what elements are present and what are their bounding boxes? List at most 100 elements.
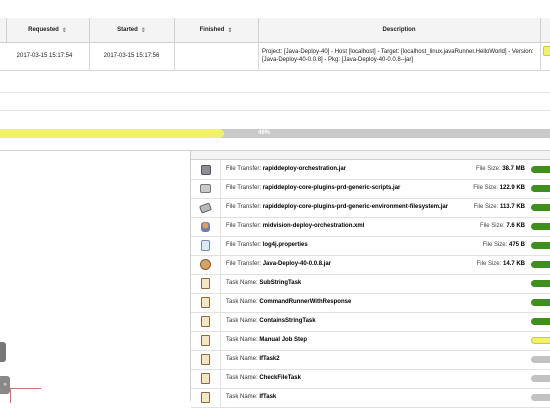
task-name: log4j.properties (262, 242, 308, 248)
task-label: Task Name: ContainsStringTask (226, 312, 316, 331)
task-row[interactable]: Task Name: IfTask2 (191, 350, 550, 370)
task-label: Task Name: Manual Job Step (226, 331, 307, 350)
table-row[interactable]: 2017-03-15 15:17:54 2017-03-15 15:17:56 … (0, 42, 550, 71)
task-label: Task Name: CheckFileTask (226, 369, 301, 388)
started-value: 2017-03-15 15:17:56 (103, 53, 160, 59)
task-name: midvision-deploy-orchestration.xml (262, 223, 365, 229)
file-size-label: File Size: (479, 223, 505, 229)
jar-icon (200, 259, 211, 270)
task-prefix: File Transfer: (226, 223, 262, 229)
task-status-bar (531, 337, 550, 344)
task-prefix: Task Name: (226, 394, 258, 400)
task-status-bar (531, 166, 550, 173)
clipboard-icon (201, 316, 210, 327)
header-started-label: Started (117, 27, 138, 33)
task-icon-cell (191, 350, 221, 369)
description-line-2: [Java-Deploy-40-0.0.8] - Pkg: [Java-Depl… (262, 57, 414, 63)
sort-icon[interactable]: ⇕ (141, 27, 146, 34)
file-size-value: 122.9 KB (499, 185, 525, 191)
jobs-table-header: Requested ⇕ Started ⇕ Finished ⇕ Descrip… (0, 18, 550, 43)
panel-toggle-handle[interactable] (0, 342, 6, 362)
task-status-bar (531, 280, 550, 287)
task-icon-cell (191, 179, 221, 198)
task-prefix: Task Name: (226, 356, 258, 362)
header-started[interactable]: Started ⇕ (89, 18, 175, 42)
task-name: IfTask2 (259, 356, 280, 362)
task-row[interactable]: File Transfer: rapiddeploy-core-plugins-… (191, 179, 550, 199)
person-icon (201, 221, 210, 232)
task-row[interactable]: Task Name: CommandRunnerWithResponse (191, 293, 550, 313)
task-status-bar (531, 375, 550, 382)
task-row[interactable]: File Transfer: rapiddeploy-core-plugins-… (191, 198, 550, 218)
file-size-value: 475 B (508, 242, 525, 248)
header-description: Description (258, 18, 541, 42)
task-row[interactable]: File Transfer: rapiddeploy-orchestration… (191, 160, 550, 180)
task-name: Java-Deploy-40-0.0.8.jar (262, 261, 332, 267)
task-status-bar (531, 223, 550, 230)
file-size: File Size: 14.7 KB (477, 255, 525, 274)
task-prefix: Task Name: (226, 375, 258, 381)
header-requested[interactable]: Requested ⇕ (6, 18, 90, 42)
task-status-bar (531, 356, 550, 363)
task-status-bar (531, 204, 550, 211)
task-prefix: Task Name: (226, 337, 258, 343)
clipboard-icon (201, 373, 210, 384)
task-icon-cell (191, 198, 221, 217)
task-row[interactable]: Task Name: ContainsStringTask (191, 312, 550, 332)
task-label: File Transfer: midvision-deploy-orchestr… (226, 217, 364, 236)
task-name: rapiddeploy-orchestration.jar (262, 166, 347, 172)
task-prefix: File Transfer: (226, 166, 262, 172)
task-row[interactable]: Task Name: Manual Job Step (191, 331, 550, 351)
task-row[interactable]: File Transfer: log4j.properties File Size… (191, 236, 550, 256)
file-size: File Size: 113.7 KB (474, 198, 525, 217)
clipboard-icon (201, 392, 210, 403)
task-prefix: File Transfer: (226, 261, 262, 267)
progress-percent: 46% (257, 130, 270, 136)
task-prefix: File Transfer: (226, 204, 262, 210)
task-icon-cell (191, 255, 221, 274)
task-label: File Transfer: rapiddeploy-core-plugins-… (226, 198, 448, 217)
clipboard-icon (201, 297, 210, 308)
task-row[interactable]: Task Name: CheckFileTask (191, 369, 550, 389)
task-status-bar (531, 185, 550, 192)
file-size-label: File Size: (475, 166, 501, 172)
requested-cell: 2017-03-15 15:17:54 (0, 42, 90, 70)
file-size: File Size: 7.6 KB (480, 217, 525, 236)
task-icon-cell (191, 217, 221, 236)
header-description-label: Description (382, 27, 416, 33)
started-cell: 2017-03-15 15:17:56 (89, 42, 175, 70)
task-name: Manual Job Step (259, 337, 308, 343)
file-size: File Size: 122.9 KB (473, 179, 525, 198)
task-status-bar (531, 299, 550, 306)
description-line-1: Project: [Java-Deploy-40] - Host [localh… (262, 49, 534, 55)
header-finished[interactable]: Finished ⇕ (174, 18, 259, 42)
file-size-label: File Size: (482, 242, 508, 248)
file-size: File Size: 38.7 MB (476, 160, 525, 179)
task-list-header (191, 151, 550, 160)
task-name: rapiddeploy-core-plugins-prd-generic-env… (262, 204, 449, 210)
task-row[interactable]: File Transfer: Java-Deploy-40-0.0.8.jar F… (191, 255, 550, 275)
task-label: Task Name: SubStringTask (226, 274, 301, 293)
task-prefix: File Transfer: (226, 242, 262, 248)
task-icon-cell (191, 369, 221, 388)
task-name: CommandRunnerWithResponse (259, 299, 352, 305)
task-prefix: File Transfer: (226, 185, 262, 191)
task-icon-cell (191, 293, 221, 312)
requested-value: 2017-03-15 15:17:54 (16, 53, 73, 59)
file-size-label: File Size: (476, 261, 502, 267)
task-row[interactable]: File Transfer: midvision-deploy-orchestr… (191, 217, 550, 237)
task-status-bar (531, 261, 550, 268)
header-requested-label: Requested (28, 27, 59, 33)
task-row[interactable]: Task Name: IfTask (191, 388, 550, 408)
file-size-label: File Size: (473, 204, 499, 210)
expand-panel-button[interactable]: » (0, 376, 10, 394)
task-label: File Transfer: rapiddeploy-orchestration… (226, 160, 346, 179)
sort-icon[interactable]: ⇕ (227, 27, 232, 34)
task-icon-cell (191, 274, 221, 293)
task-row[interactable]: Task Name: SubStringTask (191, 274, 550, 294)
file-size-value: 113.7 KB (499, 204, 525, 210)
document-icon (201, 240, 210, 251)
file-size-value: 38.7 MB (502, 166, 525, 172)
status-indicator (543, 46, 550, 56)
sort-icon[interactable]: ⇕ (62, 27, 67, 34)
